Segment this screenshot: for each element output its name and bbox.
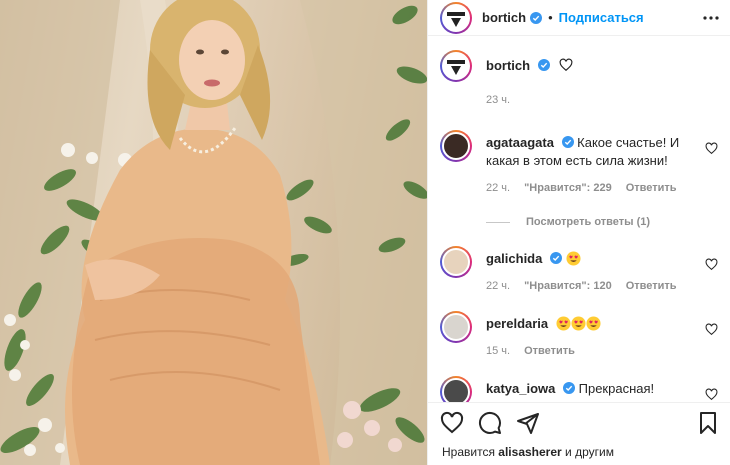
author-username[interactable]: bortich <box>482 10 526 25</box>
verified-icon <box>563 382 575 394</box>
comment-meta: 22 ч. "Нравится": 229 Ответить <box>486 182 677 194</box>
share-icon[interactable] <box>516 411 540 435</box>
comment-time: 22 ч. <box>486 280 511 292</box>
comment-avatar[interactable] <box>440 376 472 402</box>
view-replies[interactable]: Посмотреть ответы (1) <box>486 216 650 228</box>
comment-item: agataagata Какое счастье! И какая в этом… <box>440 130 718 240</box>
comment-username[interactable]: katya_iowa <box>486 381 555 396</box>
post-photo[interactable] <box>0 0 427 465</box>
comments-list: agataagata Какое счастье! И какая в этом… <box>428 58 730 402</box>
likes-prefix: Нравится <box>442 445 495 459</box>
heart-eyes-emoji-icon <box>556 316 571 331</box>
post-side-panel: bortich • Подписаться bortich 23 ч. agat… <box>427 0 730 465</box>
likes-summary[interactable]: Нравится alisasherer и другим <box>442 445 614 459</box>
heart-eyes-emoji-icon <box>566 251 581 266</box>
reply-button[interactable]: Ответить <box>524 345 575 357</box>
comment-meta: 15 ч. Ответить <box>486 345 575 357</box>
post-actions: Нравится alisasherer и другим <box>428 402 730 465</box>
comment-meta: 22 ч. "Нравится": 120 Ответить <box>486 280 677 292</box>
verified-icon <box>549 252 562 264</box>
comment-username[interactable]: galichida <box>486 251 542 266</box>
post-viewer: bortich • Подписаться bortich 23 ч. agat… <box>0 0 730 465</box>
comment-like-icon[interactable] <box>705 142 718 155</box>
likes-user[interactable]: alisasherer <box>498 445 561 459</box>
comment-text: Прекрасная! <box>578 381 655 396</box>
more-icon[interactable] <box>702 9 720 27</box>
bookmark-icon[interactable] <box>696 411 720 435</box>
comment-likes[interactable]: "Нравится": 120 <box>524 280 612 292</box>
likes-suffix: и другим <box>565 445 614 459</box>
reply-button[interactable]: Ответить <box>626 280 677 292</box>
comment-avatar[interactable] <box>440 311 472 343</box>
verified-icon <box>530 11 543 24</box>
heart-eyes-emoji-icon <box>571 316 586 331</box>
comment-username[interactable]: agataagata <box>486 135 554 150</box>
comment-avatar[interactable] <box>440 246 472 278</box>
comment-time: 22 ч. <box>486 182 511 194</box>
replies-divider <box>486 221 510 223</box>
author-avatar[interactable] <box>440 1 472 34</box>
comment-like-icon[interactable] <box>705 388 718 401</box>
comment-time: 15 ч. <box>486 345 511 357</box>
comment-item: katya_iowa Прекрасная! <box>440 376 718 402</box>
heart-icon[interactable] <box>440 411 464 435</box>
comment-item: pereldaria 15 ч. Ответить <box>440 311 718 367</box>
follow-button[interactable]: Подписаться <box>559 10 644 25</box>
comment-like-icon[interactable] <box>705 258 718 271</box>
header-separator: • <box>548 10 553 25</box>
comment-icon[interactable] <box>478 411 502 435</box>
reply-button[interactable]: Ответить <box>626 182 677 194</box>
verified-icon <box>561 136 574 148</box>
comment-item: galichida 22 ч. "Нравится": 120 Ответить <box>440 246 718 302</box>
photo-illustration <box>0 0 427 465</box>
view-replies-label[interactable]: Посмотреть ответы (1) <box>526 216 650 228</box>
comment-username[interactable]: pereldaria <box>486 316 548 331</box>
comment-likes[interactable]: "Нравится": 229 <box>524 182 612 194</box>
comment-avatar[interactable] <box>440 130 472 162</box>
comment-like-icon[interactable] <box>705 323 718 336</box>
heart-eyes-emoji-icon <box>586 316 601 331</box>
post-header: bortich • Подписаться <box>428 0 730 36</box>
